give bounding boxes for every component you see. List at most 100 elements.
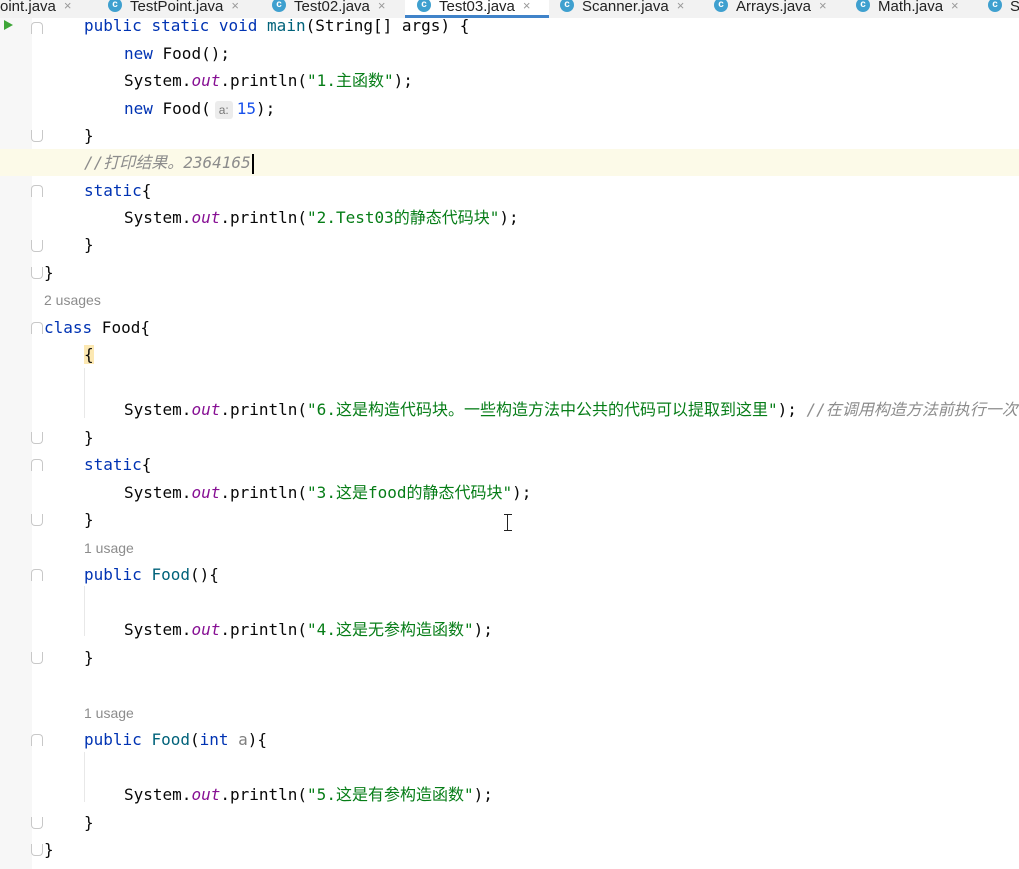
fold-icon[interactable] bbox=[31, 267, 43, 279]
indent-guide bbox=[84, 752, 85, 802]
code-text: Food(); bbox=[152, 44, 230, 63]
fold-icon[interactable] bbox=[31, 130, 43, 142]
run-icon[interactable] bbox=[4, 20, 13, 30]
code-text: ); bbox=[777, 400, 807, 419]
constructor-name: Food bbox=[151, 565, 190, 584]
code-text: ); bbox=[393, 71, 413, 90]
code-line: System.out.println("2.Test03的静态代码块"); bbox=[124, 204, 519, 231]
text-caret bbox=[251, 153, 254, 174]
code-text: (){ bbox=[189, 565, 219, 584]
string-literal: "2.Test03的静态代码块" bbox=[307, 208, 500, 227]
code-line: new Food(a: 15); bbox=[124, 95, 275, 122]
code-text: .println( bbox=[220, 785, 308, 804]
keyword: public bbox=[84, 565, 142, 584]
code-editor[interactable]: public static void main(String[] args) {… bbox=[0, 0, 1019, 869]
code-text: System. bbox=[124, 483, 192, 502]
static-field: out bbox=[191, 483, 221, 502]
usages-hint[interactable]: 2 usages bbox=[44, 290, 101, 310]
keyword: int bbox=[199, 730, 229, 749]
code-line: } bbox=[84, 648, 94, 667]
code-text: Food( bbox=[152, 99, 211, 118]
code-line: { bbox=[84, 341, 94, 368]
code-text: ); bbox=[473, 620, 493, 639]
indent-guide bbox=[84, 368, 85, 418]
fold-icon[interactable] bbox=[31, 22, 43, 34]
code-line: } bbox=[84, 235, 94, 254]
parameter-name: a bbox=[238, 730, 248, 749]
comment: //在调用构造方法前执行一次 bbox=[806, 400, 1018, 419]
indent-guide bbox=[84, 586, 85, 636]
string-literal: "6.这是构造代码块。一些构造方法中公共的代码可以提取到这里" bbox=[307, 400, 778, 419]
code-text: ); bbox=[499, 208, 519, 227]
keyword: new bbox=[124, 99, 153, 118]
code-text: .println( bbox=[220, 71, 308, 90]
code-line: public Food(int a){ bbox=[84, 726, 267, 753]
code-text: { bbox=[141, 455, 152, 474]
static-field: out bbox=[191, 400, 221, 419]
code-line: } bbox=[44, 263, 54, 282]
code-text: System. bbox=[124, 400, 192, 419]
static-field: out bbox=[191, 620, 221, 639]
code-text: System. bbox=[124, 785, 192, 804]
code-text: ); bbox=[512, 483, 532, 502]
code-text: (String[] args) { bbox=[305, 16, 470, 35]
fold-icon[interactable] bbox=[31, 569, 43, 581]
comment: //打印结果。2364165 bbox=[84, 153, 251, 172]
code-text: ); bbox=[473, 785, 493, 804]
editor-gutter bbox=[0, 18, 32, 869]
code-text: System. bbox=[124, 620, 192, 639]
static-field: out bbox=[191, 71, 221, 90]
usages-hint[interactable]: 1 usage bbox=[84, 703, 134, 723]
code-line: } bbox=[84, 510, 94, 529]
fold-icon[interactable] bbox=[31, 185, 43, 197]
string-literal: "1.主函数" bbox=[307, 71, 394, 90]
code-text: .println( bbox=[220, 620, 308, 639]
code-line-current: //打印结果。2364165 bbox=[84, 149, 254, 176]
fold-icon[interactable] bbox=[31, 817, 43, 829]
static-field: out bbox=[191, 208, 221, 227]
code-line: public static void main(String[] args) { bbox=[84, 12, 469, 39]
code-text: System. bbox=[124, 208, 192, 227]
fold-icon[interactable] bbox=[31, 322, 43, 334]
code-line: class Food{ bbox=[44, 314, 150, 341]
code-line: System.out.println("1.主函数"); bbox=[124, 67, 413, 94]
constructor-name: Food bbox=[151, 730, 190, 749]
code-text: ( bbox=[189, 730, 200, 749]
code-line: } bbox=[44, 840, 54, 859]
code-line: } bbox=[84, 126, 94, 145]
keyword: static bbox=[151, 16, 210, 35]
string-literal: "4.这是无参构造函数" bbox=[307, 620, 474, 639]
keyword: static bbox=[84, 181, 142, 200]
keyword: void bbox=[218, 16, 258, 35]
code-text: ); bbox=[255, 99, 276, 118]
mouse-ibeam-cursor bbox=[504, 514, 512, 531]
fold-icon[interactable] bbox=[31, 240, 43, 252]
fold-icon[interactable] bbox=[31, 514, 43, 526]
keyword: class bbox=[44, 318, 93, 337]
string-literal: "5.这是有参构造函数" bbox=[307, 785, 474, 804]
code-text: System. bbox=[124, 71, 192, 90]
code-line: System.out.println("3.这是food的静态代码块"); bbox=[124, 479, 531, 506]
matched-brace: { bbox=[84, 345, 94, 364]
keyword: public bbox=[84, 730, 142, 749]
code-text: ){ bbox=[247, 730, 268, 749]
fold-icon[interactable] bbox=[31, 432, 43, 444]
parameter-hint: a: bbox=[214, 101, 233, 119]
usages-hint[interactable]: 1 usage bbox=[84, 538, 134, 558]
code-text: .println( bbox=[220, 483, 308, 502]
code-line: } bbox=[84, 813, 94, 832]
fold-icon[interactable] bbox=[31, 652, 43, 664]
fold-icon[interactable] bbox=[31, 459, 43, 471]
fold-icon[interactable] bbox=[31, 734, 43, 746]
method-name: main bbox=[267, 16, 306, 35]
fold-icon[interactable] bbox=[31, 844, 43, 856]
keyword: public bbox=[84, 16, 142, 35]
code-text: .println( bbox=[220, 400, 308, 419]
code-text: { bbox=[141, 181, 152, 200]
code-line: static{ bbox=[84, 177, 151, 204]
